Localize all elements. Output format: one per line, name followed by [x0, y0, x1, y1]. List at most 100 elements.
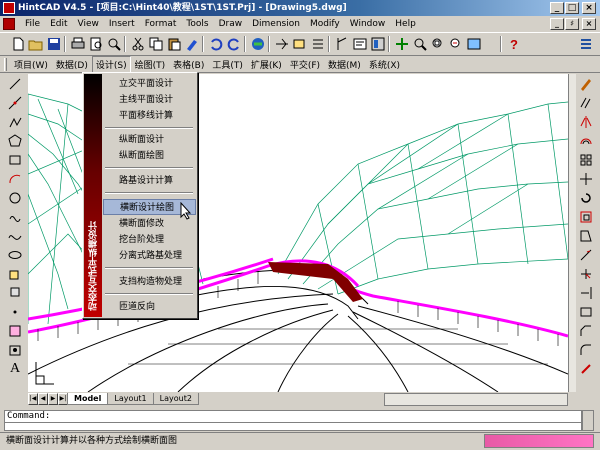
array-icon[interactable] — [578, 152, 594, 168]
menu-tools[interactable]: Tools — [181, 17, 213, 31]
menu-file[interactable]: File — [20, 17, 45, 31]
make-block-icon[interactable] — [7, 285, 23, 301]
lengthen-icon[interactable] — [578, 247, 594, 263]
hyperlink-icon[interactable] — [250, 36, 266, 52]
stretch-icon[interactable] — [578, 228, 594, 244]
spline-icon[interactable] — [7, 228, 23, 244]
horizontal-scrollbar[interactable] — [384, 393, 568, 406]
menu-item-ramp-reverse[interactable]: 匝道反向 — [103, 299, 196, 315]
paste-icon[interactable] — [166, 36, 182, 52]
pan-icon[interactable] — [394, 36, 410, 52]
layer-icon[interactable] — [292, 36, 308, 52]
menu-item-subgrade-calc[interactable]: 路基设计计算 — [103, 173, 196, 189]
menu-grip[interactable] — [4, 57, 7, 71]
print-icon[interactable] — [70, 36, 86, 52]
move-icon[interactable] — [578, 171, 594, 187]
cn-menu-tools[interactable]: 工具(T) — [208, 56, 247, 73]
rectangle-icon[interactable] — [7, 152, 23, 168]
fillet-icon[interactable] — [578, 342, 594, 358]
text-icon[interactable]: A — [7, 361, 23, 377]
open-icon[interactable] — [28, 36, 44, 52]
command-scrollbar[interactable] — [582, 410, 594, 431]
tab-model[interactable]: Model — [67, 393, 109, 405]
command-input[interactable] — [4, 423, 582, 431]
circle-icon[interactable] — [7, 190, 23, 206]
properties-icon[interactable] — [352, 36, 368, 52]
help-icon[interactable]: ? — [506, 36, 522, 52]
tab-next-button[interactable]: ▶ — [48, 393, 58, 405]
copy-object-icon[interactable] — [578, 95, 594, 111]
chamfer-icon[interactable] — [578, 323, 594, 339]
menu-format[interactable]: Format — [140, 17, 182, 31]
command-line[interactable]: Command: — [4, 410, 582, 423]
cn-menu-project[interactable]: 项目(W) — [10, 56, 52, 73]
maximize-button[interactable]: □ — [565, 2, 579, 14]
cn-menu-table[interactable]: 表格(B) — [169, 56, 208, 73]
cn-menu-system[interactable]: 系统(X) — [365, 56, 404, 73]
polyline-icon[interactable] — [7, 114, 23, 130]
doc-minimize-button[interactable]: _ — [550, 18, 564, 30]
arc-icon[interactable] — [7, 171, 23, 187]
rotate-icon[interactable] — [578, 190, 594, 206]
menu-item-profile-design[interactable]: 纵断面设计 — [103, 132, 196, 148]
construction-line-icon[interactable] — [7, 95, 23, 111]
cn-menu-extend[interactable]: 扩展(K) — [247, 56, 286, 73]
erase-icon[interactable] — [578, 76, 594, 92]
close-button[interactable]: × — [582, 2, 596, 14]
tab-layout2[interactable]: Layout2 — [152, 393, 199, 405]
new-icon[interactable] — [10, 36, 26, 52]
revcloud-icon[interactable] — [7, 209, 23, 225]
cn-menu-data-m[interactable]: 数据(M) — [324, 56, 365, 73]
doc-close-button[interactable]: × — [582, 18, 596, 30]
point-icon[interactable] — [7, 304, 23, 320]
hatch-icon[interactable] — [7, 323, 23, 339]
app-icon[interactable] — [3, 2, 15, 14]
preview-icon[interactable] — [88, 36, 104, 52]
zoom-window-icon[interactable] — [430, 36, 446, 52]
menu-item-plan-shift[interactable]: 平面移线计算 — [103, 108, 196, 124]
match-properties-icon[interactable] — [184, 36, 200, 52]
mirror-icon[interactable] — [578, 114, 594, 130]
copy-icon[interactable] — [148, 36, 164, 52]
menu-insert[interactable]: Insert — [104, 17, 140, 31]
break-icon[interactable] — [578, 304, 594, 320]
menu-item-retaining-structure[interactable]: 支挡构造物处理 — [103, 274, 196, 290]
snap-icon[interactable] — [274, 36, 290, 52]
cn-menu-drawing[interactable]: 绘图(T) — [131, 56, 170, 73]
trim-icon[interactable] — [578, 266, 594, 282]
insert-block-icon[interactable] — [7, 266, 23, 282]
zoom-previous-icon[interactable] — [448, 36, 464, 52]
menu-item-interchange-plan[interactable]: 立交平面设计 — [103, 76, 196, 92]
design-center-icon[interactable] — [370, 36, 386, 52]
cn-menu-design[interactable]: 设计(S) — [91, 55, 131, 73]
menu-draw[interactable]: Draw — [214, 17, 248, 31]
menu-view[interactable]: View — [73, 17, 104, 31]
menu-help[interactable]: Help — [390, 17, 421, 31]
menu-edit[interactable]: Edit — [45, 17, 72, 31]
menu-item-profile-drawing[interactable]: 纵断面绘图 — [103, 148, 196, 164]
cn-menu-intersection[interactable]: 平交(F) — [286, 56, 324, 73]
minimize-button[interactable]: _ — [550, 2, 564, 14]
plot-icon[interactable] — [106, 36, 122, 52]
menu-item-separate-subgrade[interactable]: 分离式路基处理 — [103, 248, 196, 264]
tab-layout1[interactable]: Layout1 — [107, 393, 154, 405]
cn-menu-data[interactable]: 数据(D) — [52, 56, 92, 73]
menu-modify[interactable]: Modify — [305, 17, 345, 31]
line-icon[interactable] — [7, 76, 23, 92]
extend-icon[interactable] — [578, 285, 594, 301]
zoom-realtime-icon[interactable] — [412, 36, 428, 52]
ellipse-icon[interactable] — [7, 247, 23, 263]
menu-item-mainline-plan[interactable]: 主线平面设计 — [103, 92, 196, 108]
list-icon[interactable] — [310, 36, 326, 52]
aerial-view-icon[interactable] — [466, 36, 482, 52]
tab-first-button[interactable]: |◀ — [28, 393, 38, 405]
save-icon[interactable] — [46, 36, 62, 52]
menu-item-step-excavation[interactable]: 挖台阶处理 — [103, 232, 196, 248]
polygon-icon[interactable] — [7, 133, 23, 149]
undo-icon[interactable] — [208, 36, 224, 52]
redo-icon[interactable] — [226, 36, 242, 52]
tab-prev-button[interactable]: ◀ — [38, 393, 48, 405]
menu-dimension[interactable]: Dimension — [247, 17, 305, 31]
ortho-icon[interactable] — [334, 36, 350, 52]
offset-icon[interactable] — [578, 133, 594, 149]
